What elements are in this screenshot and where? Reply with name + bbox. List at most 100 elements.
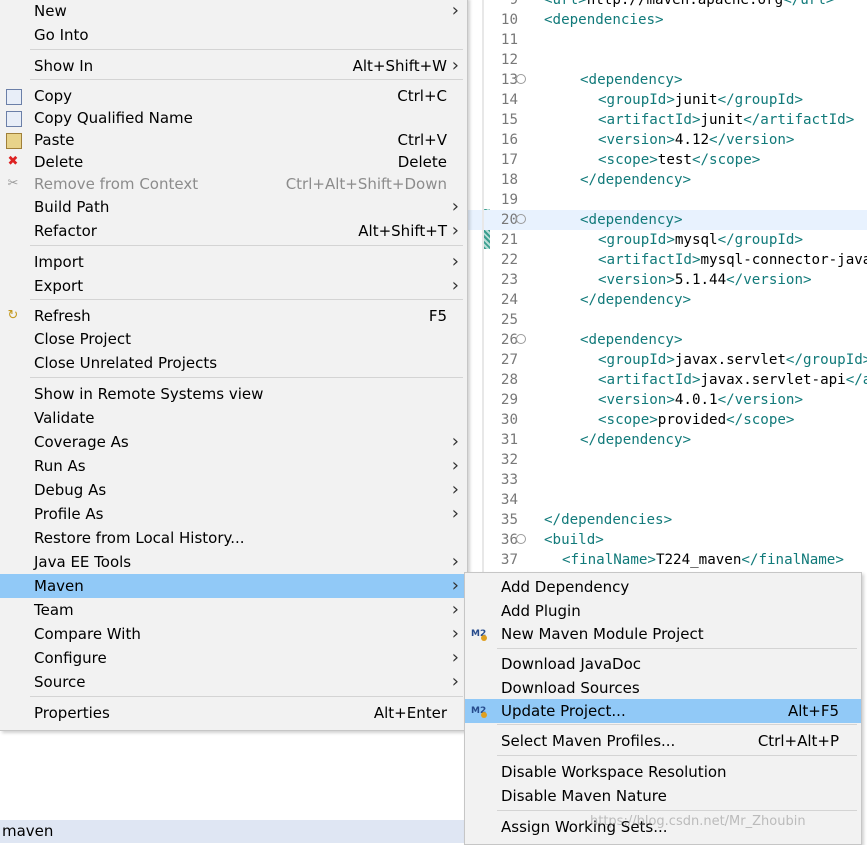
submenu-arrow-icon: › xyxy=(451,0,459,21)
menu-item-copy-qualified-name[interactable]: Copy Qualified Name xyxy=(0,106,467,130)
maven-item-disable-workspace-resolution[interactable]: Disable Workspace Resolution xyxy=(465,760,861,784)
line-number: 33 xyxy=(500,472,518,488)
code-text: </dependency> xyxy=(580,292,692,308)
code-text: <scope>provided</scope> xyxy=(598,412,795,428)
maven-item-select-maven-profiles[interactable]: Select Maven Profiles... Ctrl+Alt+P xyxy=(465,729,861,753)
menu-separator xyxy=(497,648,857,649)
menu-item-label: Build Path xyxy=(34,198,110,216)
line-number: 37 xyxy=(500,552,518,568)
menu-item-label: Disable Maven Nature xyxy=(501,787,667,805)
maven-item-add-dependency[interactable]: Add Dependency xyxy=(465,575,861,599)
line-number: 26 xyxy=(500,332,518,348)
menu-item-go-into[interactable]: Go Into xyxy=(0,23,467,47)
maven-item-add-plugin[interactable]: Add Plugin xyxy=(465,599,861,623)
maven-item-update-project[interactable]: M2 Update Project... Alt+F5 xyxy=(465,699,861,723)
menu-item-label: Add Plugin xyxy=(501,602,581,620)
menu-item-close-project[interactable]: Close Project xyxy=(0,327,467,351)
code-line: 19 xyxy=(468,190,867,210)
line-number: 30 xyxy=(500,412,518,428)
fold-toggle-icon[interactable] xyxy=(516,74,526,84)
code-text: <groupId>junit</groupId> xyxy=(598,92,804,108)
code-line: 26 <dependency> xyxy=(468,330,867,350)
code-text: <dependency> xyxy=(580,212,683,228)
menu-item-label: Validate xyxy=(34,409,95,427)
menu-separator xyxy=(497,755,857,756)
line-number: 18 xyxy=(500,172,518,188)
menu-separator xyxy=(30,79,463,80)
menu-separator xyxy=(30,696,463,697)
menu-item-build-path[interactable]: Build Path › xyxy=(0,195,467,219)
maven-item-disable-maven-nature[interactable]: Disable Maven Nature xyxy=(465,784,861,808)
line-number: 32 xyxy=(500,452,518,468)
menu-item-label: Properties xyxy=(34,704,110,722)
code-text: <build> xyxy=(544,532,604,548)
line-number: 23 xyxy=(500,272,518,288)
menu-item-delete[interactable]: ✖ Delete Delete xyxy=(0,150,467,174)
menu-item-close-unrelated-projects[interactable]: Close Unrelated Projects xyxy=(0,351,467,375)
menu-item-label: Export xyxy=(34,277,84,295)
menu-item-label: Add Dependency xyxy=(501,578,630,596)
menu-item-copy[interactable]: Copy Ctrl+C xyxy=(0,84,467,108)
menu-item-debug-as[interactable]: Debug As › xyxy=(0,478,467,502)
menu-item-shortcut: Ctrl+Alt+P xyxy=(757,732,839,750)
maven-submenu: Add Dependency Add Plugin M2 New Maven Modu… xyxy=(464,572,862,845)
menu-item-validate[interactable]: Validate xyxy=(0,406,467,430)
code-text: </dependency> xyxy=(580,432,692,448)
line-number: 28 xyxy=(500,372,518,388)
menu-item-show-in[interactable]: Show In Alt+Shift+W › xyxy=(0,54,467,78)
fold-toggle-icon[interactable] xyxy=(516,534,526,544)
menu-item-maven[interactable]: Maven › xyxy=(0,574,467,598)
maven-item-download-sources[interactable]: Download Sources xyxy=(465,676,861,700)
menu-separator xyxy=(497,810,857,811)
menu-item-label: Close Unrelated Projects xyxy=(34,354,218,372)
menu-item-refactor[interactable]: Refactor Alt+Shift+T › xyxy=(0,219,467,243)
menu-item-refresh[interactable]: ↻ Refresh F5 xyxy=(0,304,467,328)
menu-item-label: Team xyxy=(34,601,74,619)
code-line: 14 <groupId>junit</groupId> xyxy=(468,90,867,110)
menu-item-show-in-remote-systems-view[interactable]: Show in Remote Systems view xyxy=(0,382,467,406)
remove-icon: ✂ xyxy=(7,176,19,191)
menu-item-coverage-as[interactable]: Coverage As › xyxy=(0,430,467,454)
menu-item-run-as[interactable]: Run As › xyxy=(0,454,467,478)
menu-separator xyxy=(30,49,463,50)
project-explorer-selected-row[interactable]: maven xyxy=(0,820,470,843)
menu-item-properties[interactable]: Properties Alt+Enter xyxy=(0,701,467,725)
maven-item-download-javadoc[interactable]: Download JavaDoc xyxy=(465,652,861,676)
menu-item-paste[interactable]: Paste Ctrl+V xyxy=(0,128,467,152)
menu-item-java-ee-tools[interactable]: Java EE Tools › xyxy=(0,550,467,574)
line-number: 24 xyxy=(500,292,518,308)
menu-item-export[interactable]: Export › xyxy=(0,274,467,298)
menu-item-new[interactable]: New › xyxy=(0,0,467,23)
code-line: 18 </dependency> xyxy=(468,170,867,190)
line-number: 21 xyxy=(500,232,518,248)
code-line: 31 </dependency> xyxy=(468,430,867,450)
submenu-arrow-icon: › xyxy=(451,431,459,452)
code-line: 28 <artifactId>javax.servlet-api</artifac… xyxy=(468,370,867,390)
code-text: <scope>test</scope> xyxy=(598,152,761,168)
line-number: 20 xyxy=(500,212,518,228)
code-text: <url>http://maven.apache.org</url> xyxy=(544,0,835,8)
menu-item-configure[interactable]: Configure › xyxy=(0,646,467,670)
maven-item-new-maven-module-project[interactable]: M2 New Maven Module Project xyxy=(465,622,861,646)
code-text: <groupId>mysql</groupId> xyxy=(598,232,804,248)
menu-item-restore-from-local-history[interactable]: Restore from Local History... xyxy=(0,526,467,550)
menu-item-shortcut: Delete xyxy=(397,153,447,171)
line-number: 10 xyxy=(500,12,518,28)
menu-item-import[interactable]: Import › xyxy=(0,250,467,274)
menu-item-label: Refactor xyxy=(34,222,97,240)
menu-item-label: Maven xyxy=(34,577,84,595)
code-text: <artifactId>javax.servlet-api</artifactI… xyxy=(598,372,867,388)
fold-toggle-icon[interactable] xyxy=(516,334,526,344)
line-number: 17 xyxy=(500,152,518,168)
menu-item-profile-as[interactable]: Profile As › xyxy=(0,502,467,526)
menu-item-source[interactable]: Source › xyxy=(0,670,467,694)
fold-toggle-icon[interactable] xyxy=(516,214,526,224)
menu-item-label: Configure xyxy=(34,649,107,667)
code-line: 9 <url>http://maven.apache.org</url> xyxy=(468,0,867,10)
menu-item-team[interactable]: Team › xyxy=(0,598,467,622)
copy-qualified-icon xyxy=(6,111,22,127)
submenu-arrow-icon: › xyxy=(451,599,459,620)
menu-item-label: New xyxy=(34,2,67,20)
menu-item-compare-with[interactable]: Compare With › xyxy=(0,622,467,646)
code-text: <version>4.0.1</version> xyxy=(598,392,804,408)
